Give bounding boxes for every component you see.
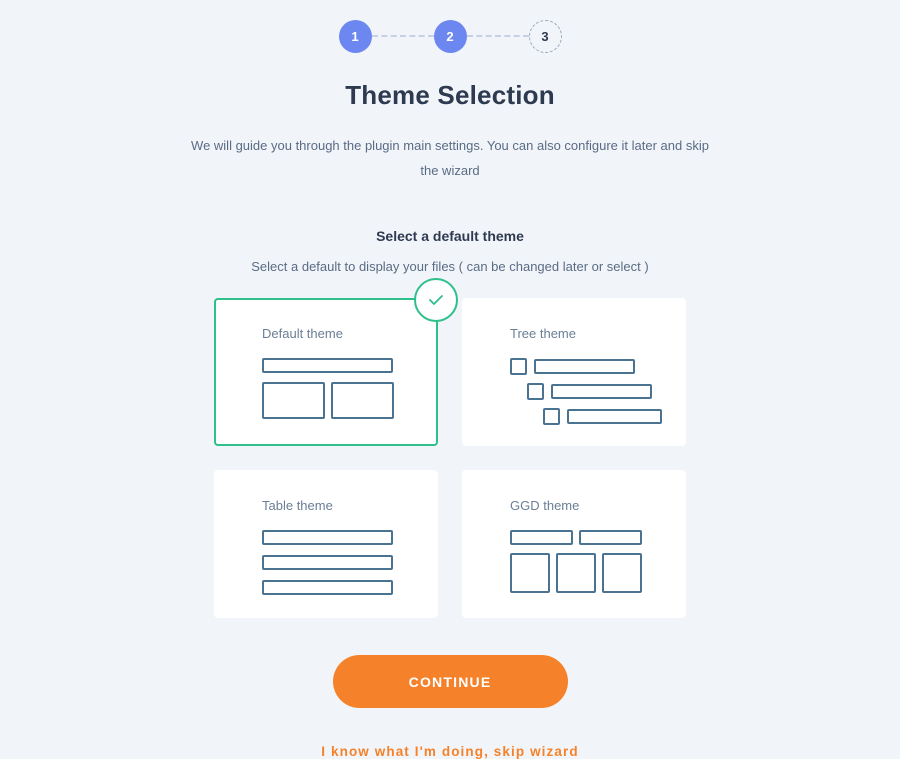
wizard-step-3[interactable]: 3	[528, 19, 562, 53]
theme-card-default[interactable]: Default theme	[214, 278, 458, 446]
theme-preview-table	[262, 530, 414, 595]
preview-row	[262, 382, 414, 419]
theme-card-ggd[interactable]: GGD theme	[462, 470, 686, 618]
preview-bar	[262, 555, 393, 570]
wizard-step-2-label: 2	[446, 28, 454, 44]
skip-wizard-link[interactable]: I know what I'm doing, skip wizard	[321, 744, 578, 759]
check-icon	[414, 278, 458, 322]
theme-preview-tree	[510, 358, 662, 425]
preview-bar	[534, 359, 635, 374]
theme-label-table: Table theme	[262, 498, 333, 513]
stepper-connector-1	[371, 35, 434, 37]
wizard-step-2[interactable]: 2	[433, 19, 467, 53]
theme-card-table[interactable]: Table theme	[214, 470, 438, 618]
preview-bar	[262, 580, 393, 595]
preview-square	[510, 358, 527, 375]
section-heading: Select a default theme	[376, 228, 524, 244]
wizard-step-1[interactable]: 1	[338, 19, 372, 53]
continue-button[interactable]: CONTINUE	[332, 655, 568, 708]
preview-bar	[579, 530, 642, 545]
section-subheading: Select a default to display your files (…	[251, 259, 649, 274]
preview-row	[543, 408, 662, 425]
preview-box	[262, 382, 325, 419]
preview-bar	[262, 530, 393, 545]
preview-square	[527, 383, 544, 400]
wizard-page: 1 2 3 Theme Selection We will guide you …	[0, 0, 900, 759]
stepper-connector-2	[466, 35, 529, 37]
theme-label-tree: Tree theme	[510, 326, 576, 341]
preview-row	[527, 383, 662, 400]
preview-square	[510, 553, 550, 593]
theme-label-ggd: GGD theme	[510, 498, 580, 513]
preview-square	[602, 553, 642, 593]
preview-square	[556, 553, 596, 593]
page-title: Theme Selection	[345, 80, 555, 110]
preview-square	[543, 408, 560, 425]
page-description: We will guide you through the plugin mai…	[191, 138, 709, 178]
theme-label-default: Default theme	[262, 326, 343, 341]
wizard-step-1-label: 1	[351, 28, 359, 44]
wizard-stepper: 1 2 3	[0, 0, 900, 54]
wizard-step-3-label: 3	[541, 28, 549, 44]
skip-link-container: I know what I'm doing, skip wizard	[0, 744, 900, 759]
theme-card-tree[interactable]: Tree theme	[462, 298, 686, 446]
preview-bar	[551, 384, 652, 399]
preview-box	[331, 382, 394, 419]
preview-bar	[510, 530, 573, 545]
preview-bar	[262, 358, 393, 373]
preview-row	[510, 553, 662, 593]
preview-row	[510, 358, 662, 375]
preview-row	[510, 530, 662, 545]
theme-grid: Default theme Tree theme Table theme GGD…	[214, 278, 686, 618]
theme-preview-default	[262, 358, 414, 419]
preview-bar	[567, 409, 662, 424]
theme-preview-ggd	[510, 530, 662, 593]
continue-button-container: CONTINUE	[0, 655, 900, 708]
